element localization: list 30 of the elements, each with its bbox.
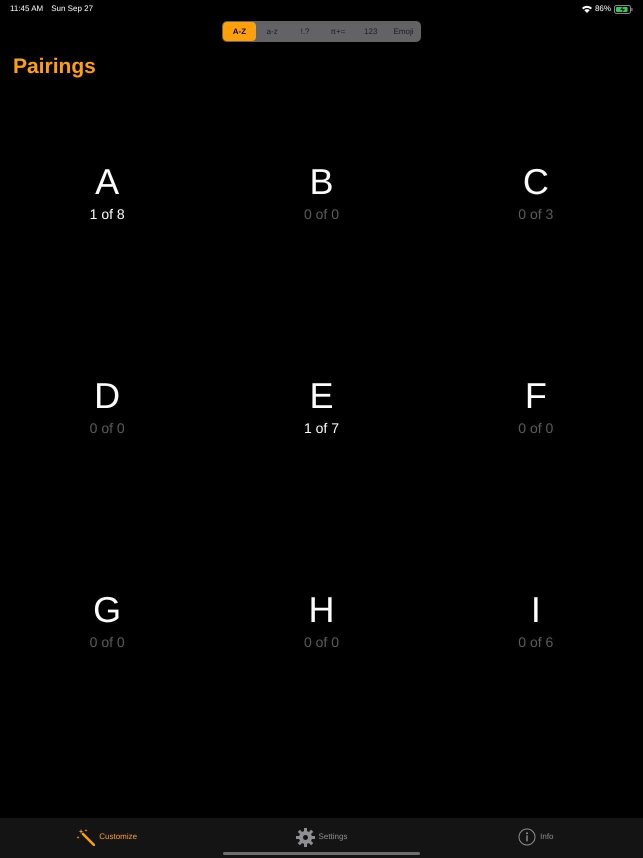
battery-percent: 86% [594, 3, 611, 15]
pairing-count: 0 of 6 [518, 633, 554, 652]
pairing-count: 1 of 8 [90, 205, 125, 224]
page-title: Pairings [13, 55, 96, 78]
pairing-count: 1 of 7 [304, 419, 339, 438]
pairing-count: 0 of 0 [518, 419, 554, 438]
status-time: 11:45 AM [10, 3, 44, 15]
letter-label[interactable]: C [522, 162, 549, 202]
letter-label[interactable]: H [308, 590, 334, 630]
letter-label[interactable]: I [530, 590, 541, 630]
tab-bar-item[interactable]: Info [428, 818, 643, 858]
letter-label[interactable]: F [524, 376, 547, 416]
pairing-count: 0 of 0 [90, 419, 125, 438]
pairing-count: 0 of 0 [304, 633, 339, 652]
pairing-count: 0 of 3 [518, 205, 554, 224]
tab-bar-item[interactable]: Customize [0, 818, 214, 858]
info-icon [518, 828, 536, 846]
status-date: Sun Sep 27 [51, 3, 94, 15]
settings-icon [296, 828, 315, 846]
magic-wand-icon [77, 828, 96, 846]
letter-label[interactable]: E [309, 376, 334, 416]
wifi-icon [582, 5, 592, 13]
pairing-count: 0 of 0 [90, 633, 125, 652]
letter-label[interactable]: B [309, 162, 334, 202]
letter-label[interactable]: D [94, 376, 120, 416]
letter-label[interactable]: G [93, 590, 122, 630]
letter-label[interactable]: A [95, 162, 120, 202]
segment-tab[interactable]: A-Z [223, 22, 256, 41]
battery-icon [614, 4, 633, 14]
pairing-count: 0 of 0 [304, 205, 339, 224]
